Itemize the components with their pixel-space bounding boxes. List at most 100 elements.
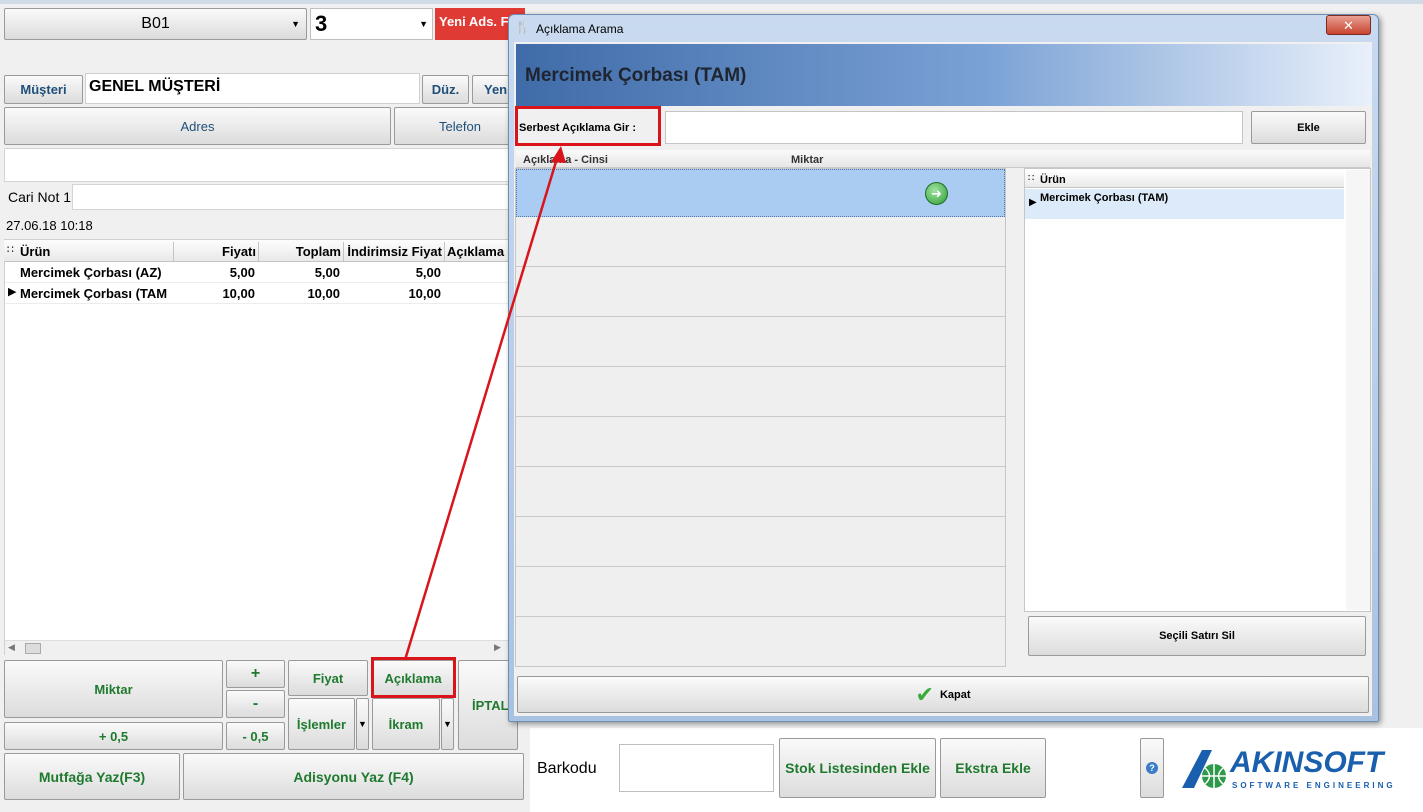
grid-handle-icon: ∷	[1028, 173, 1035, 184]
islemler-label: İşlemler	[296, 716, 347, 732]
dialog-title: Açıklama Arama	[536, 22, 624, 36]
row-fiyat: 10,00	[222, 286, 255, 301]
logo-text: AKINSOFT	[1230, 746, 1384, 779]
kapat-label: Kapat	[939, 688, 971, 701]
cari-not-field[interactable]	[72, 184, 512, 210]
chevron-down-icon: ▼	[443, 719, 452, 729]
minus-half-button[interactable]: - 0,5	[226, 722, 285, 750]
col-divider	[343, 242, 344, 261]
count-combo[interactable]: 3 ▼	[310, 8, 433, 40]
plus-half-button[interactable]: + 0,5	[4, 722, 223, 750]
order-datetime: 27.06.18 10:18	[6, 218, 93, 233]
plus-button[interactable]: +	[226, 660, 285, 688]
list-item[interactable]	[516, 518, 1005, 567]
row-indirimsiz: 5,00	[415, 265, 441, 280]
barkodu-input[interactable]	[619, 744, 774, 792]
minus-half-label: - 0,5	[242, 728, 269, 744]
minus-button[interactable]: -	[226, 690, 285, 718]
col-divider	[444, 242, 445, 261]
cari-not-label: Cari Not 1	[8, 189, 72, 205]
phone-button[interactable]: Telefon	[394, 107, 524, 145]
address-button[interactable]: Adres	[4, 107, 391, 145]
customer-button[interactable]: Müşteri	[4, 75, 83, 104]
list-item[interactable]	[516, 568, 1005, 617]
col-aciklama-cinsi[interactable]: Açıklama - Cinsi	[523, 154, 608, 166]
table-combo[interactable]: B01 ▼	[4, 8, 307, 40]
address-text-area[interactable]	[4, 148, 512, 182]
islemler-dropdown[interactable]: ▼	[356, 698, 369, 750]
ekstra-label: Ekstra Ekle	[955, 760, 1031, 776]
barkodu-label: Barkodu	[537, 760, 597, 777]
col-aciklama[interactable]: Açıklama	[447, 244, 504, 259]
top-edge	[0, 0, 1423, 4]
col-divider	[258, 242, 259, 261]
selected-products-grid	[1024, 168, 1371, 612]
adisyonu-yaz-button[interactable]: Adisyonu Yaz (F4)	[183, 753, 524, 800]
scroll-thumb[interactable]	[25, 643, 41, 654]
list-item[interactable]	[516, 468, 1005, 517]
row-toplam: 10,00	[307, 286, 340, 301]
chevron-down-icon: ▼	[419, 19, 428, 29]
ikram-dropdown[interactable]: ▼	[441, 698, 454, 750]
window-app-icon: 🍴	[515, 20, 530, 34]
customer-name: GENEL MÜŞTERİ	[89, 78, 221, 95]
close-window-button[interactable]: ✕	[1326, 15, 1371, 35]
table-combo-value: B01	[141, 15, 170, 32]
aciklama-highlight	[371, 657, 456, 698]
close-icon: ✕	[1343, 18, 1354, 33]
selected-product-name: Mercimek Çorbası (TAM)	[1040, 192, 1169, 204]
row-urun: Mercimek Çorbası (AZ)	[20, 265, 162, 280]
free-text-input[interactable]	[665, 111, 1243, 144]
ekle-button[interactable]: Ekle	[1251, 111, 1366, 144]
customer-name-field[interactable]: GENEL MÜŞTERİ	[85, 73, 420, 104]
stok-label: Stok Listesinden Ekle	[785, 760, 930, 776]
list-item[interactable]	[516, 318, 1005, 367]
selected-grid-scrollbar[interactable]	[1346, 170, 1370, 610]
col-urun-right[interactable]: Ürün	[1040, 174, 1066, 186]
list-item[interactable]	[516, 618, 1005, 666]
ikram-button[interactable]: İkram	[372, 698, 440, 750]
islemler-button[interactable]: İşlemler	[288, 698, 355, 750]
help-button[interactable]: ?	[1140, 738, 1164, 798]
miktar-label: Miktar	[94, 681, 133, 697]
customer-label: Müşteri	[20, 82, 67, 97]
mutfaga-yaz-button[interactable]: Mutfağa Yaz(F3)	[4, 753, 180, 800]
stok-listesinden-ekle-button[interactable]: Stok Listesinden Ekle	[779, 738, 936, 798]
ekstra-ekle-button[interactable]: Ekstra Ekle	[940, 738, 1046, 798]
list-item[interactable]	[516, 368, 1005, 417]
kapat-button[interactable]: ✔ Kapat	[517, 676, 1369, 713]
edit-customer-button[interactable]: Düz.	[422, 75, 469, 104]
col-divider	[173, 242, 174, 261]
fiyat-button[interactable]: Fiyat	[288, 660, 368, 696]
scroll-left-icon[interactable]: ◀	[8, 642, 15, 653]
list-item[interactable]	[516, 268, 1005, 317]
plus-label: +	[250, 665, 261, 682]
grid-scrollbar[interactable]: ◀ ▶	[5, 640, 508, 655]
plus-half-label: + 0,5	[98, 728, 129, 744]
miktar-button[interactable]: Miktar	[4, 660, 223, 718]
col-urun[interactable]: Ürün	[20, 244, 50, 259]
delete-selected-row-button[interactable]: Seçili Satırı Sil	[1028, 616, 1366, 656]
ekle-label: Ekle	[1297, 121, 1320, 134]
row-toplam: 5,00	[314, 265, 340, 280]
row-urun: Mercimek Çorbası (TAM	[20, 286, 168, 301]
chevron-down-icon: ▼	[291, 19, 300, 29]
col-indirimsiz[interactable]: İndirimsiz Fiyat	[345, 244, 442, 259]
list-item[interactable]	[516, 218, 1005, 267]
col-miktar[interactable]: Miktar	[791, 154, 823, 166]
count-combo-value: 3	[315, 11, 328, 36]
arrow-right-icon[interactable]: ➜	[925, 182, 948, 205]
scroll-right-icon[interactable]: ▶	[494, 642, 501, 653]
akinsoft-logo: AKINSOFT SOFTWARE ENGINEERING	[1180, 746, 1415, 793]
help-icon: ?	[1146, 762, 1158, 774]
checkmark-icon: ✔	[915, 681, 934, 707]
col-fiyat[interactable]: Fiyatı	[175, 244, 256, 259]
col-toplam[interactable]: Toplam	[260, 244, 341, 259]
selected-grid-header	[1025, 172, 1344, 188]
dialog-grid-header	[516, 150, 1370, 168]
chevron-down-icon: ▼	[358, 719, 367, 729]
list-item[interactable]	[516, 418, 1005, 467]
delete-selected-label: Seçili Satırı Sil	[1159, 630, 1235, 642]
logo-subtext: SOFTWARE ENGINEERING	[1232, 781, 1396, 790]
free-text-highlight	[515, 106, 661, 146]
